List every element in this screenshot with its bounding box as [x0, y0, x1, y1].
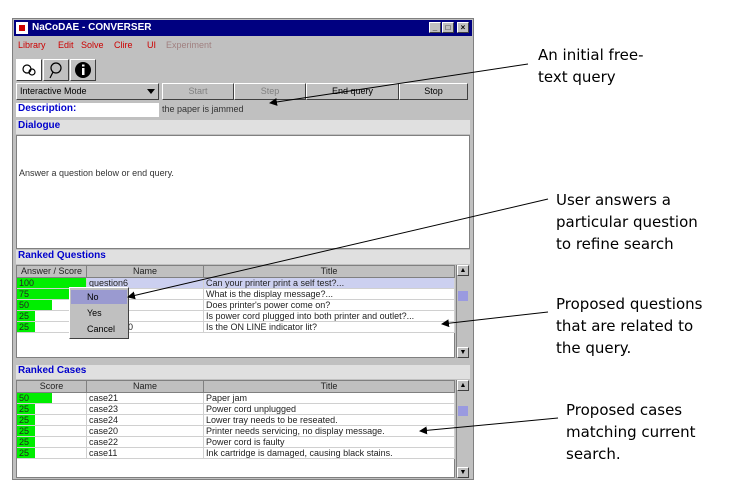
arrow-to-description: [269, 63, 529, 106]
arrow-to-cases-table: [419, 417, 559, 435]
arrow-to-questions-table: [441, 311, 549, 328]
annotation-arrows: [127, 63, 559, 435]
arrow-to-question: [127, 198, 549, 300]
